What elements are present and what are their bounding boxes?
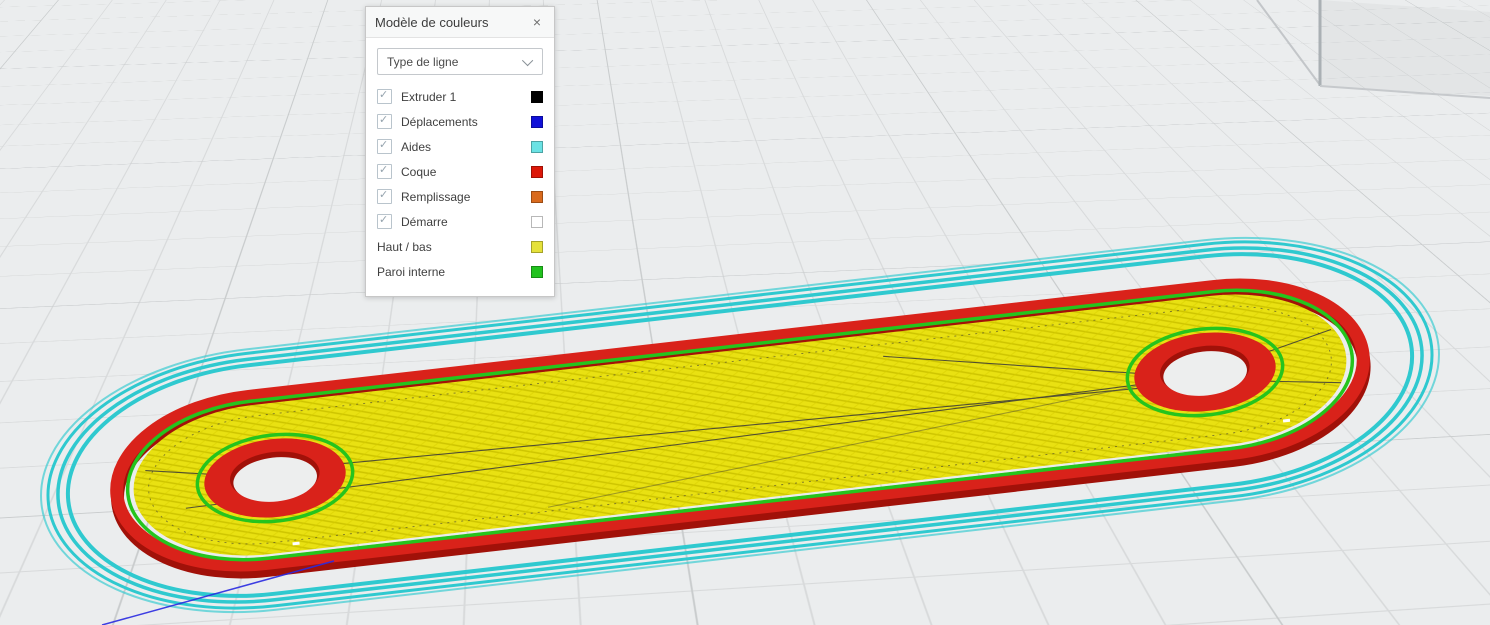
color-swatch bbox=[531, 165, 543, 178]
print-preview-canvas[interactable] bbox=[0, 0, 1490, 625]
legend-row-shell: Coque bbox=[377, 159, 543, 184]
checkbox-extruder1[interactable] bbox=[377, 88, 392, 104]
legend-label: Aides bbox=[401, 139, 432, 154]
build-volume-back-edge bbox=[1256, 0, 1321, 86]
legend-row-innerwall: Paroi interne bbox=[377, 259, 543, 284]
line-type-dropdown[interactable]: Type de ligne bbox=[377, 48, 543, 75]
legend-row-extruder1: Extruder 1 bbox=[377, 84, 543, 109]
checkbox-shell[interactable] bbox=[377, 163, 392, 179]
checkbox-travels[interactable] bbox=[377, 113, 392, 129]
legend-label: Remplissage bbox=[401, 189, 471, 204]
legend-row-helpers: Aides bbox=[377, 134, 543, 159]
chevron-down-icon bbox=[521, 54, 534, 66]
checkbox-infill[interactable] bbox=[377, 188, 392, 204]
legend-label: Démarre bbox=[401, 214, 448, 229]
color-swatch bbox=[531, 215, 543, 228]
checkbox-starts[interactable] bbox=[377, 213, 392, 229]
color-swatch bbox=[531, 140, 543, 153]
color-swatch bbox=[531, 240, 543, 253]
legend-label: Extruder 1 bbox=[401, 89, 457, 104]
legend-row-infill: Remplissage bbox=[377, 184, 543, 209]
close-icon[interactable]: × bbox=[529, 14, 545, 30]
color-swatch bbox=[531, 115, 543, 128]
legend-row-starts: Démarre bbox=[377, 209, 543, 234]
color-swatch bbox=[531, 90, 543, 103]
legend-row-travels: Déplacements bbox=[377, 109, 543, 134]
sliced-model bbox=[40, 236, 1440, 614]
color-scheme-panel: Modèle de couleurs × Type de ligne Extru… bbox=[365, 6, 555, 297]
top-surface-overlay bbox=[133, 294, 1347, 556]
legend-label: Paroi interne bbox=[377, 264, 446, 279]
panel-header[interactable]: Modèle de couleurs × bbox=[366, 7, 554, 38]
build-volume-wall bbox=[1320, 0, 1490, 96]
legend-label: Haut / bas bbox=[377, 239, 432, 254]
legend-row-topbottom: Haut / bas bbox=[377, 234, 543, 259]
panel-body: Type de ligne Extruder 1 Déplacements Ai… bbox=[366, 38, 554, 296]
panel-title: Modèle de couleurs bbox=[375, 14, 489, 30]
legend-label: Coque bbox=[401, 164, 437, 179]
checkbox-helpers[interactable] bbox=[377, 138, 392, 154]
build-volume-edges bbox=[1256, 0, 1490, 99]
color-swatch bbox=[531, 265, 543, 278]
dropdown-value: Type de ligne bbox=[387, 54, 459, 69]
application-window: Modèle de couleurs × Type de ligne Extru… bbox=[0, 0, 1490, 625]
color-swatch bbox=[531, 190, 543, 203]
legend-label: Déplacements bbox=[401, 114, 478, 129]
